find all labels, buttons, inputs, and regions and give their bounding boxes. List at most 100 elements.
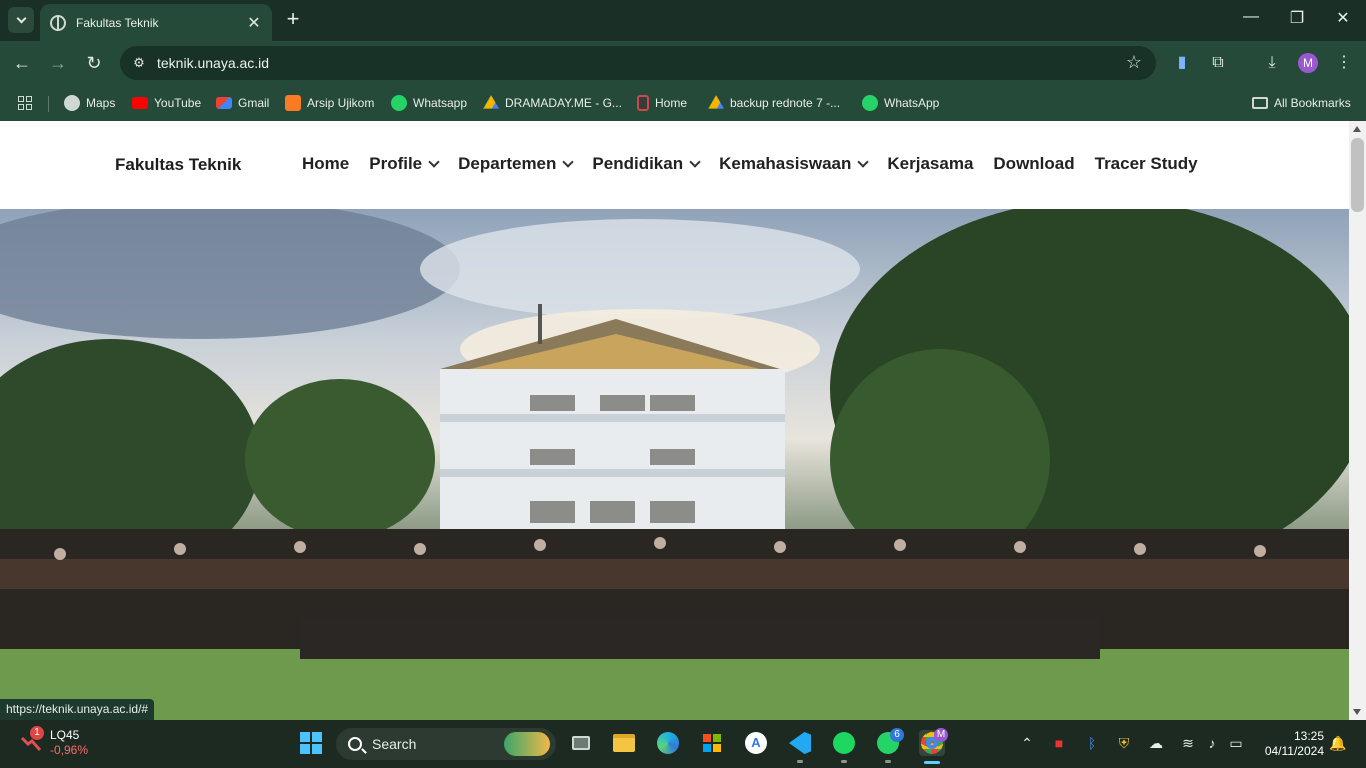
bookmarks-bar: Maps YouTube Gmail Arsip Ujikom Whatsapp… bbox=[0, 85, 1366, 121]
bookmark-label: Maps bbox=[86, 96, 116, 110]
extension-doc-icon[interactable]: ▮ bbox=[1170, 51, 1194, 75]
volume-icon[interactable]: ♪ bbox=[1203, 735, 1221, 751]
nav-kerjasama[interactable]: Kerjasama bbox=[887, 154, 973, 174]
scrollbar-thumb[interactable] bbox=[1351, 138, 1364, 212]
security-shield-icon[interactable]: ⛨ bbox=[1115, 735, 1133, 752]
notification-bell-icon[interactable]: 🔔 bbox=[1329, 735, 1347, 752]
start-button[interactable] bbox=[298, 730, 324, 756]
reload-button[interactable]: ↻ bbox=[82, 51, 106, 75]
all-bookmarks[interactable]: All Bookmarks bbox=[1252, 93, 1351, 113]
extensions-puzzle-icon[interactable]: ⧉ bbox=[1206, 51, 1230, 75]
web-page: Fakultas Teknik Home Profile Departemen … bbox=[0, 121, 1349, 720]
nav-download[interactable]: Download bbox=[993, 154, 1074, 174]
chrome-profile-badge: M bbox=[934, 728, 948, 742]
maps-icon bbox=[64, 95, 80, 111]
vscode-icon[interactable] bbox=[787, 730, 813, 756]
edge-icon[interactable] bbox=[655, 730, 681, 756]
xampp-icon bbox=[285, 95, 301, 111]
nav-label: Kerjasama bbox=[887, 154, 974, 173]
microsoft-store-icon[interactable] bbox=[699, 730, 725, 756]
back-button[interactable]: ← bbox=[10, 51, 34, 75]
bookmark-youtube[interactable]: YouTube bbox=[132, 93, 201, 113]
bookmark-whatsapp[interactable]: Whatsapp bbox=[391, 93, 467, 113]
address-bar[interactable]: ⚙ teknik.unaya.ac.id ☆ bbox=[120, 46, 1156, 80]
restore-button[interactable]: ❐ bbox=[1274, 8, 1320, 28]
globe-icon bbox=[50, 14, 66, 31]
bookmark-home[interactable]: Home bbox=[637, 93, 687, 113]
url-text: teknik.unaya.ac.id bbox=[157, 55, 270, 71]
site-brand[interactable]: Fakultas Teknik bbox=[115, 155, 241, 175]
battery-icon[interactable]: ▭ bbox=[1227, 735, 1245, 752]
bookmark-label: YouTube bbox=[154, 96, 202, 110]
bluetooth-icon[interactable]: ᛒ bbox=[1083, 735, 1101, 751]
bookmark-label: Gmail bbox=[238, 96, 270, 110]
close-window-button[interactable]: ✕ bbox=[1320, 8, 1366, 28]
spotify-icon[interactable] bbox=[831, 730, 857, 756]
amd-icon[interactable]: ■ bbox=[1050, 735, 1068, 751]
nav-label: Pendidikan bbox=[592, 154, 684, 173]
chevron-down-icon bbox=[562, 156, 575, 168]
bookmark-label: Arsip Ujikom bbox=[307, 96, 375, 110]
search-label: Search bbox=[372, 736, 417, 752]
clock-date: 04/11/2024 bbox=[1264, 744, 1324, 758]
bookmark-star-icon[interactable]: ☆ bbox=[1126, 52, 1142, 73]
tab-search-button[interactable] bbox=[8, 7, 34, 33]
bookmark-whatsapp-2[interactable]: WhatsApp bbox=[862, 93, 939, 113]
nav-label: Tracer Study bbox=[1094, 154, 1198, 173]
site-header: Fakultas Teknik Home Profile Departemen … bbox=[0, 121, 1349, 209]
bookmark-separator bbox=[48, 96, 49, 112]
search-icon bbox=[348, 737, 362, 751]
wifi-icon[interactable]: ≋ bbox=[1179, 735, 1197, 752]
bookmark-gmail[interactable]: Gmail bbox=[216, 93, 269, 113]
tab-fakultas-teknik[interactable]: Fakultas Teknik ✕ bbox=[40, 4, 272, 41]
spotify-running-indicator bbox=[841, 760, 847, 763]
close-tab-icon[interactable]: ✕ bbox=[246, 13, 262, 33]
menu-kebab-icon[interactable]: ⋮ bbox=[1332, 51, 1356, 75]
chevron-down-icon bbox=[857, 156, 870, 168]
site-info-icon[interactable]: ⚙ bbox=[130, 54, 148, 72]
forward-button[interactable]: → bbox=[46, 51, 70, 75]
bookmark-label: WhatsApp bbox=[884, 96, 940, 110]
bookmark-arsip-ujikom[interactable]: Arsip Ujikom bbox=[285, 93, 374, 113]
youtube-icon bbox=[132, 97, 148, 109]
nav-kemahasiswaan[interactable]: Kemahasiswaan bbox=[719, 154, 870, 174]
scroll-up-arrow-icon[interactable] bbox=[1353, 126, 1361, 132]
nav-tracer-study[interactable]: Tracer Study bbox=[1095, 154, 1198, 174]
bookmark-dramaday[interactable]: DRAMADAY.ME - G... bbox=[483, 93, 622, 113]
nav-home[interactable]: Home bbox=[302, 154, 349, 174]
tray-overflow-chevron-up-icon[interactable]: ⌃ bbox=[1018, 735, 1036, 752]
toolbar: ← → ↻ ⚙ teknik.unaya.ac.id ☆ ▮ ⧉ ⤓ M ⋮ bbox=[0, 41, 1366, 85]
bookmark-maps[interactable]: Maps bbox=[64, 93, 115, 113]
chevron-down-icon bbox=[428, 156, 440, 168]
bookmark-label: Home bbox=[655, 96, 688, 110]
windows-taskbar: 1 LQ45 -0,96% Search A 6 M ⌃ ■ ᛒ ⛨ ☁ ≋ ♪… bbox=[0, 720, 1366, 768]
nav-pendidikan[interactable]: Pendidikan bbox=[592, 154, 701, 174]
new-tab-button[interactable]: + bbox=[282, 8, 304, 30]
vscode-running-indicator bbox=[797, 760, 803, 763]
stock-widget[interactable]: 1 LQ45 -0,96% bbox=[20, 726, 88, 758]
whatsapp-icon bbox=[391, 95, 407, 111]
stock-symbol: LQ45 bbox=[50, 728, 80, 742]
hero-photo-illustration bbox=[0, 209, 1349, 720]
main-nav: Home Profile Departemen Pendidikan Kemah… bbox=[302, 154, 1218, 174]
system-clock[interactable]: 13:25 04/11/2024 bbox=[1258, 729, 1324, 759]
bookmark-label: Whatsapp bbox=[413, 96, 468, 110]
task-view-icon[interactable] bbox=[568, 730, 594, 756]
download-icon[interactable]: ⤓ bbox=[1260, 51, 1284, 75]
tab-title: Fakultas Teknik bbox=[76, 15, 159, 30]
onedrive-cloud-icon[interactable]: ☁ bbox=[1147, 735, 1165, 752]
nav-label: Download bbox=[993, 154, 1075, 173]
minimize-button[interactable]: — bbox=[1228, 8, 1274, 26]
file-explorer-icon[interactable] bbox=[611, 730, 637, 756]
nav-departemen[interactable]: Departemen bbox=[458, 154, 575, 174]
nav-profile[interactable]: Profile bbox=[369, 154, 440, 174]
apps-grid-icon[interactable] bbox=[18, 93, 32, 113]
app-store-icon[interactable]: A bbox=[743, 730, 769, 756]
page-scrollbar[interactable] bbox=[1349, 121, 1366, 720]
all-bookmarks-label: All Bookmarks bbox=[1274, 96, 1351, 110]
taskbar-search[interactable]: Search bbox=[336, 728, 556, 760]
profile-avatar[interactable]: M bbox=[1298, 53, 1318, 73]
bookmark-backup-rednote[interactable]: backup rednote 7 -... bbox=[708, 93, 840, 113]
scroll-down-arrow-icon[interactable] bbox=[1353, 709, 1361, 715]
google-drive-icon bbox=[483, 95, 499, 109]
